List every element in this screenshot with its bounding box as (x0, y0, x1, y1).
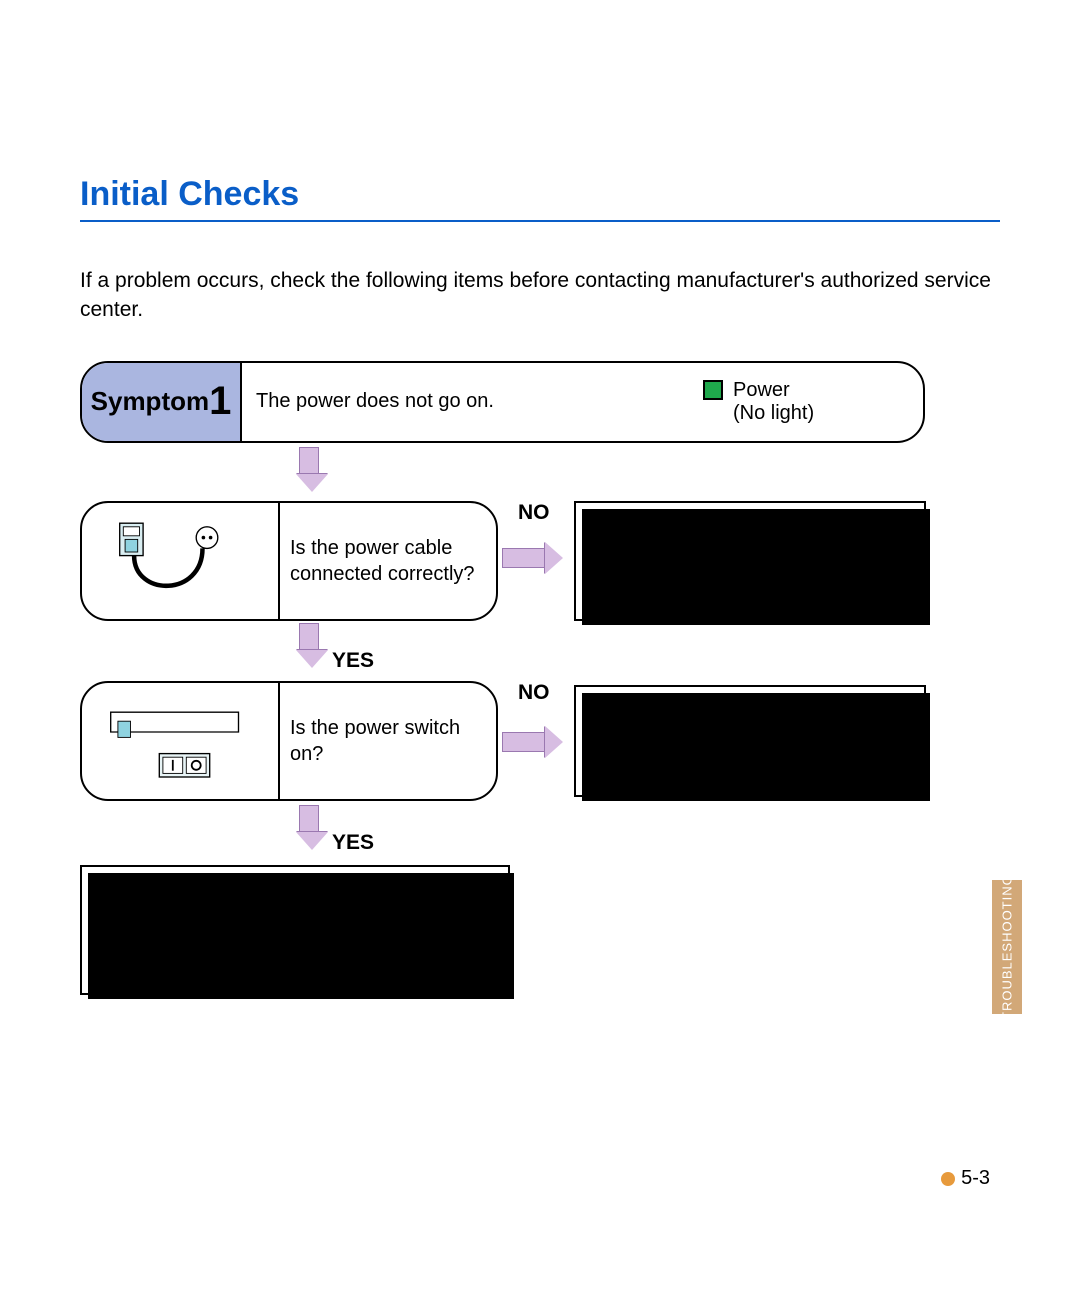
symptom-label: Symptom (91, 386, 209, 417)
action-2-text: Press the power switch. (594, 727, 837, 753)
page-number: 5-3 (941, 1167, 990, 1190)
symptom-indicator: Power (No light) (703, 363, 923, 441)
chapter-tab: TROUBLESHOOTING (992, 880, 1022, 1014)
question-box-2: Is the power switch on? (80, 681, 498, 801)
symptom-badge: Symptom1 (82, 363, 242, 441)
question-2-text: Is the power switch on? (280, 683, 496, 799)
power-cable-icon (82, 503, 280, 619)
question-1-text: Is the power cable connected correctly? (280, 503, 496, 619)
final-text: Contact manufacturer's authorized servic… (100, 893, 451, 950)
yes-label-1: YES (332, 649, 374, 673)
action-box-2: Press the power switch. (574, 685, 926, 797)
arrow-down-icon (296, 447, 322, 492)
title-rule (80, 220, 1000, 222)
final-box: Contact manufacturer's authorized servic… (80, 865, 510, 995)
arrow-right-icon (502, 545, 563, 571)
bullet-icon (941, 1172, 955, 1186)
arrow-down-icon (296, 805, 322, 850)
power-state: (No light) (733, 402, 909, 425)
power-led-icon (703, 380, 723, 400)
symptom-description: The power does not go on. (242, 363, 703, 441)
power-switch-icon (82, 683, 280, 799)
page-content: Initial Checks If a problem occurs, chec… (80, 175, 1000, 1021)
yes-label-2: YES (332, 831, 374, 855)
action-box-1: Connect the power cable correctly. (574, 501, 926, 621)
question-box-1: Is the power cable connected correctly? (80, 501, 498, 621)
action-1-text: Connect the power cable correctly. (594, 531, 848, 588)
no-label-1: NO (518, 501, 550, 525)
no-label-2: NO (518, 681, 550, 705)
symptom-number: 1 (209, 379, 231, 424)
arrow-right-icon (502, 729, 563, 755)
page-number-text: 5-3 (961, 1167, 990, 1190)
flowchart: Symptom1 The power does not go on. Power… (80, 361, 940, 1021)
power-label: Power (733, 379, 790, 402)
section-title: Initial Checks (80, 175, 1000, 214)
intro-text: If a problem occurs, check the following… (80, 266, 1000, 325)
symptom-bar: Symptom1 The power does not go on. Power… (80, 361, 925, 443)
arrow-down-icon (296, 623, 322, 668)
